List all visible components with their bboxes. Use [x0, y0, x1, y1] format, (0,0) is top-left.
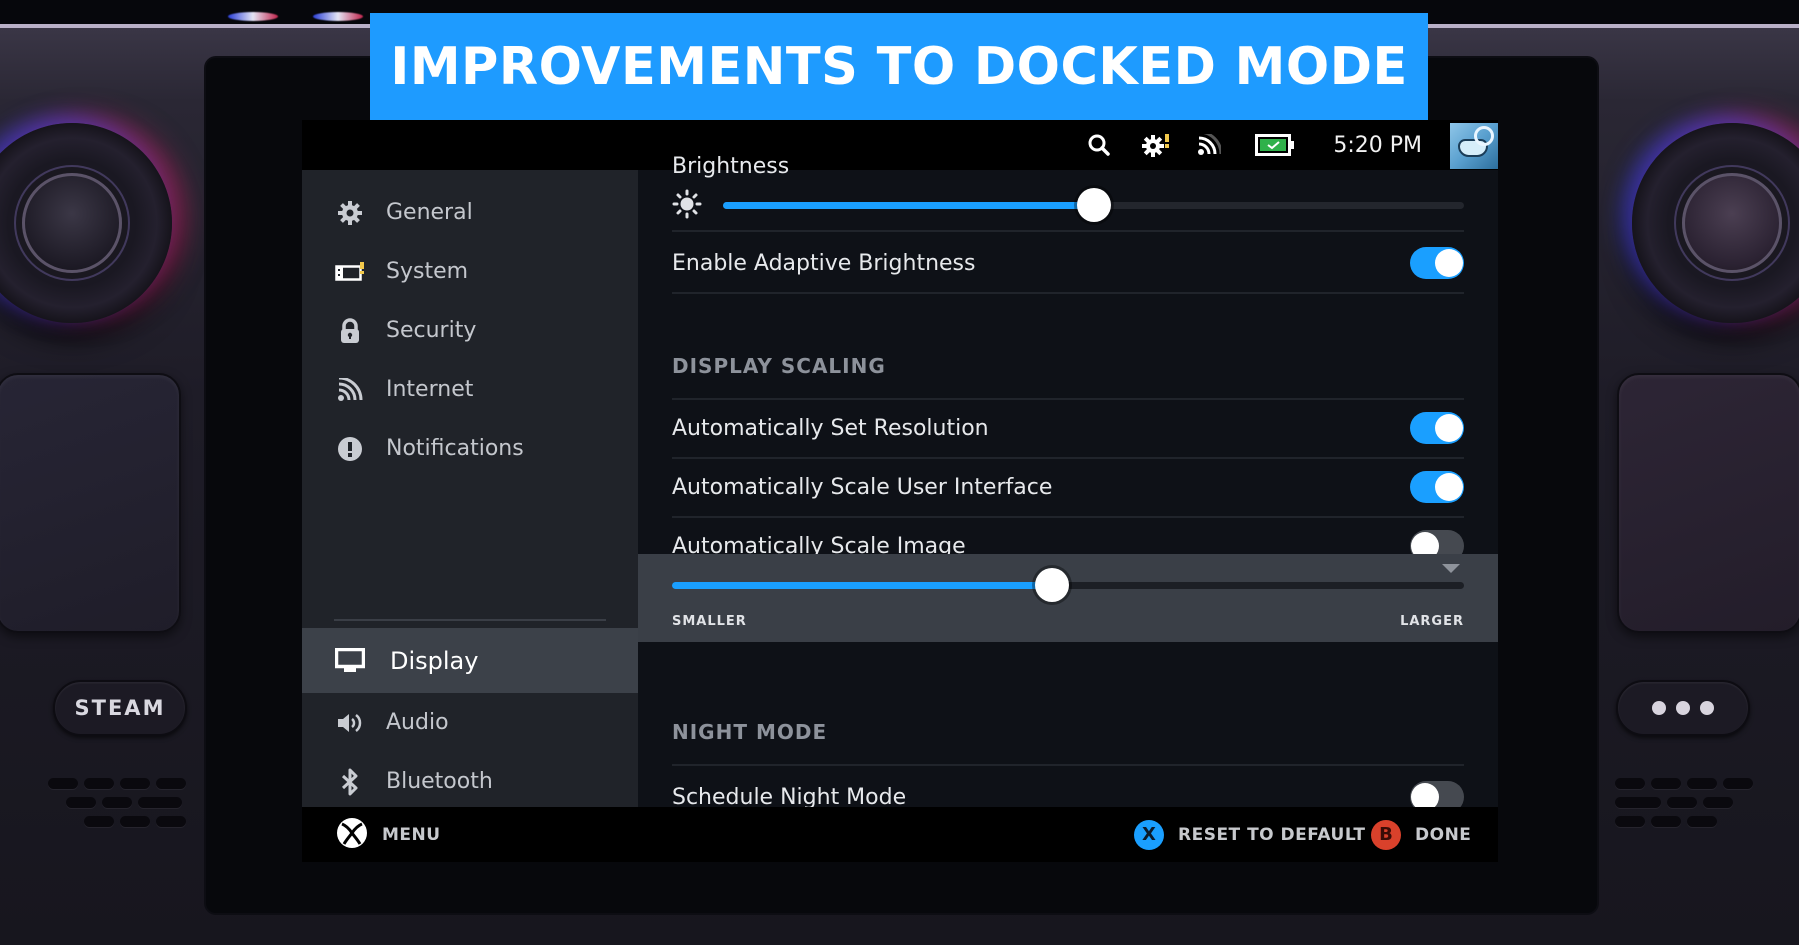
adaptive-brightness-row: Enable Adaptive Brightness: [672, 240, 1464, 286]
sidebar-item-system[interactable]: System: [302, 242, 638, 301]
wifi-icon: [334, 376, 366, 404]
sidebar-item-security[interactable]: Security: [302, 301, 638, 360]
adaptive-brightness-toggle[interactable]: [1410, 247, 1464, 279]
button-hint-footer: MENU X RESET TO DEFAULT B DONE: [302, 807, 1498, 862]
speaker-icon: [334, 709, 366, 737]
sidebar-item-internet[interactable]: Internet: [302, 360, 638, 419]
system-icon: [334, 258, 366, 286]
divider: [672, 764, 1464, 766]
scale-max-label: LARGER: [1400, 614, 1464, 629]
sidebar-divider: [334, 619, 606, 621]
reset-to-default-button[interactable]: X RESET TO DEFAULT: [1134, 819, 1365, 850]
auto-scale-ui-toggle[interactable]: [1410, 471, 1464, 503]
sidebar-item-notifications[interactable]: Notifications: [302, 419, 638, 478]
speaker-grille-left: [48, 778, 186, 827]
xbox-icon: [336, 817, 368, 853]
display-settings-panel: Brightness Enable Adaptive Brightness DI…: [638, 154, 1498, 813]
left-trackpad: [0, 373, 181, 633]
auto-set-resolution-toggle[interactable]: [1410, 412, 1464, 444]
sidebar-item-bluetooth[interactable]: Bluetooth: [302, 752, 638, 811]
speaker-grille-right: [1615, 778, 1753, 827]
user-avatar[interactable]: [1450, 123, 1498, 169]
wifi-icon[interactable]: [1197, 134, 1222, 156]
section-title-night-mode: NIGHT MODE: [672, 720, 828, 744]
brightness-sun-icon: [672, 189, 702, 223]
brightness-label: Brightness: [672, 154, 790, 179]
top-trigger-indicator-right: [313, 12, 363, 21]
brightness-row: [672, 185, 1464, 225]
divider: [672, 457, 1464, 459]
monitor-icon: [334, 647, 366, 675]
quick-access-button: [1616, 680, 1750, 736]
menu-button[interactable]: MENU: [336, 817, 441, 853]
scale-slider-thumb[interactable]: [1035, 568, 1070, 602]
scale-min-label: SMALLER: [672, 614, 747, 629]
battery-charging-icon: [1255, 134, 1295, 156]
gear-icon: [334, 199, 366, 227]
brightness-slider-thumb[interactable]: [1076, 188, 1111, 222]
b-button-glyph: B: [1371, 819, 1401, 850]
search-icon[interactable]: [1087, 133, 1111, 157]
settings-alert-icon[interactable]: [1141, 132, 1171, 158]
divider: [672, 292, 1464, 294]
auto-scale-ui-row: Automatically Scale User Interface: [672, 464, 1464, 510]
scale-slider-panel: SMALLER LARGER: [638, 554, 1498, 642]
steam-hardware-button: STEAM: [53, 680, 187, 736]
sidebar-item-display[interactable]: Display: [302, 628, 638, 693]
divider: [672, 516, 1464, 518]
section-title-display-scaling: DISPLAY SCALING: [672, 354, 886, 378]
lock-icon: [334, 317, 366, 345]
banner-title: IMPROVEMENTS TO DOCKED MODE: [390, 36, 1408, 97]
settings-sidebar: General System Security Internet Notific…: [302, 170, 638, 853]
sidebar-item-general[interactable]: General: [302, 183, 638, 242]
settings-screen: 5:20 PM General System Security Internet…: [302, 120, 1498, 862]
right-thumbstick: [1632, 123, 1799, 323]
done-button[interactable]: B DONE: [1371, 819, 1471, 850]
divider: [672, 398, 1464, 400]
brightness-slider[interactable]: [723, 188, 1464, 222]
alert-circle-icon: [334, 435, 366, 463]
top-trigger-indicator-left: [228, 12, 278, 21]
status-bar: 5:20 PM: [302, 120, 1498, 170]
title-banner: IMPROVEMENTS TO DOCKED MODE: [370, 13, 1428, 120]
clock: 5:20 PM: [1333, 132, 1422, 158]
right-trackpad: [1617, 373, 1799, 633]
bluetooth-icon: [334, 768, 366, 796]
left-thumbstick: [0, 123, 172, 323]
scale-slider[interactable]: [672, 568, 1464, 602]
sidebar-item-audio[interactable]: Audio: [302, 693, 638, 752]
divider: [672, 230, 1464, 232]
auto-set-resolution-row: Automatically Set Resolution: [672, 405, 1464, 451]
x-button-glyph: X: [1134, 819, 1164, 850]
